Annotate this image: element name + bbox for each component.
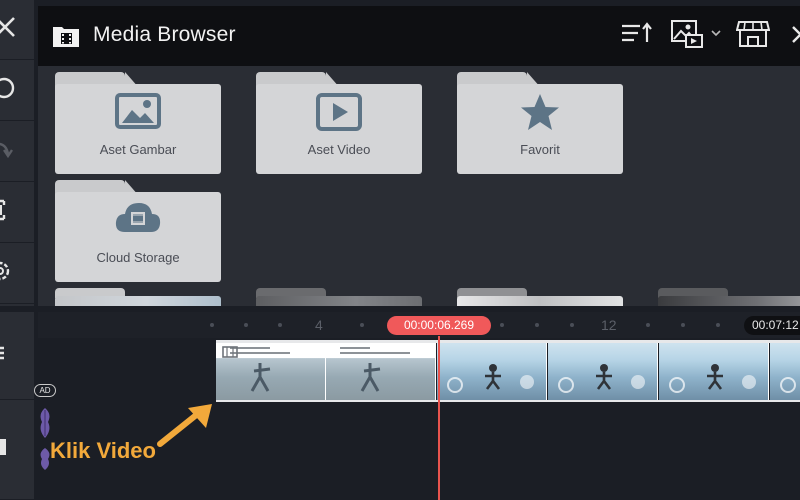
clip-frame bbox=[216, 343, 326, 400]
folder-favorites[interactable]: Favorit bbox=[457, 72, 623, 174]
media-filter-button[interactable] bbox=[670, 19, 726, 54]
ad-badge: AD bbox=[34, 384, 56, 397]
undo-circle-icon bbox=[0, 73, 22, 108]
stop-button[interactable] bbox=[0, 401, 34, 500]
app-window: Media Browser Aset Gambar Aset Video Fav… bbox=[0, 0, 800, 500]
end-time-badge: 00:07:12 bbox=[744, 316, 800, 335]
ruler-label: 4 bbox=[315, 317, 323, 333]
clip-frame bbox=[326, 343, 436, 400]
close-button[interactable] bbox=[0, 0, 34, 60]
clip-frame bbox=[770, 343, 800, 400]
close-icon bbox=[0, 12, 22, 47]
folder-partial[interactable] bbox=[658, 288, 800, 306]
hint-label: Klik Video bbox=[50, 438, 156, 463]
image-filter-icon bbox=[670, 19, 726, 54]
timeline-ruler[interactable]: 4 12 00:00:06.269 00:07:12 bbox=[38, 312, 800, 338]
folder-image-assets[interactable]: Aset Gambar bbox=[55, 72, 221, 174]
cloud-video-icon bbox=[55, 200, 221, 236]
image-icon bbox=[55, 92, 221, 130]
video-play-icon bbox=[256, 92, 422, 132]
ruler-label: 12 bbox=[601, 317, 617, 333]
header-close-button[interactable] bbox=[790, 20, 800, 52]
folder-label: Aset Gambar bbox=[99, 142, 177, 157]
video-clip[interactable] bbox=[216, 340, 800, 402]
store-icon bbox=[735, 19, 771, 54]
folder-label: Cloud Storage bbox=[96, 250, 180, 265]
settings-icon bbox=[0, 256, 22, 291]
stop-icon bbox=[0, 433, 22, 468]
layer-indicators: AD bbox=[34, 338, 58, 500]
folder-video-assets[interactable]: Aset Video bbox=[256, 72, 422, 174]
capture-button[interactable] bbox=[0, 183, 34, 243]
folder-partial[interactable] bbox=[256, 288, 422, 306]
capture-frame-icon bbox=[0, 195, 22, 230]
star-icon bbox=[457, 92, 623, 132]
playhead-line[interactable] bbox=[438, 336, 440, 500]
layers-menu-button[interactable] bbox=[0, 312, 34, 400]
page-title: Media Browser bbox=[93, 23, 236, 46]
media-folder-grid: Aset Gambar Aset Video Favorit Cloud Sto… bbox=[38, 66, 800, 306]
sort-icon bbox=[620, 21, 654, 52]
folder-label: Aset Video bbox=[307, 142, 371, 157]
clip-frame bbox=[548, 343, 658, 400]
undo-button[interactable] bbox=[0, 61, 34, 121]
film-icon bbox=[222, 345, 238, 363]
folder-cloud-storage[interactable]: Cloud Storage bbox=[55, 180, 221, 282]
playhead-time-badge[interactable]: 00:00:06.269 bbox=[387, 316, 491, 335]
hint-arrow-icon bbox=[156, 402, 218, 453]
left-toolbar bbox=[0, 0, 34, 500]
timeline[interactable]: 4 12 00:00:06.269 00:07:12 AD Klik Video bbox=[34, 312, 800, 500]
folder-label: Favorit bbox=[520, 142, 560, 157]
clip-frame bbox=[659, 343, 769, 400]
sort-button[interactable] bbox=[620, 20, 654, 52]
folder-partial[interactable] bbox=[55, 288, 221, 306]
settings-button[interactable] bbox=[0, 244, 34, 304]
asset-store-button[interactable] bbox=[735, 19, 771, 54]
film-folder-icon bbox=[52, 24, 80, 53]
close-icon bbox=[790, 22, 800, 51]
media-browser-header: Media Browser bbox=[38, 6, 800, 66]
clip-frame bbox=[437, 343, 547, 400]
redo-button[interactable] bbox=[0, 122, 34, 182]
folder-partial[interactable] bbox=[457, 288, 623, 306]
layers-menu-icon bbox=[0, 338, 22, 373]
redo-icon bbox=[0, 134, 22, 169]
